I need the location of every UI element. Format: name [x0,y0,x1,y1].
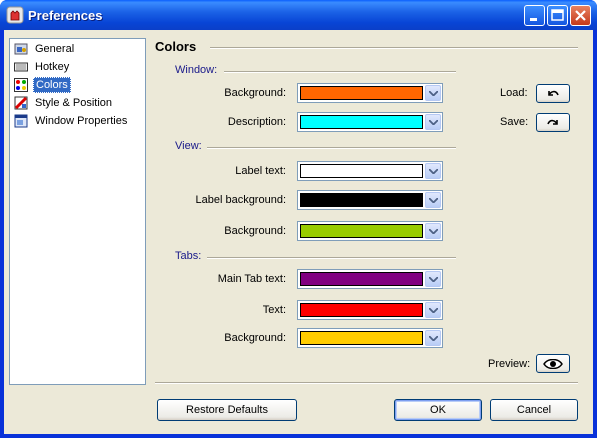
chevron-down-icon [429,277,438,282]
window-properties-icon [14,114,28,128]
tree-item-general[interactable]: General [14,41,76,57]
tree-item-hotkey[interactable]: Hotkey [14,59,71,75]
panel-title: Colors [155,39,197,54]
window-background-color-select[interactable] [297,83,443,103]
save-button[interactable] [536,113,570,132]
group-window-label: Window: [175,64,218,76]
keyboard-icon [14,62,28,72]
maximize-button[interactable] [547,5,568,26]
minimize-button[interactable] [524,5,545,26]
tree-item-colors[interactable]: Colors [14,77,71,93]
load-label: Load: [500,87,528,99]
title-bar[interactable]: Preferences [0,0,597,30]
maximize-icon [551,9,564,21]
group-divider [207,257,456,259]
view-label-text-label: Label text: [235,165,286,177]
tabs-main-tab-text-label: Main Tab text: [217,273,286,285]
chevron-down-icon [429,229,438,234]
close-button[interactable] [570,5,591,26]
chevron-down-icon [429,91,438,96]
tree-item-label: General [35,43,75,55]
minimize-icon [530,18,537,21]
color-swatch [300,331,423,345]
dropdown-button[interactable] [425,85,441,101]
colors-icon [14,78,28,92]
save-label: Save: [500,116,529,128]
tabs-main-tab-text-color-select[interactable] [297,269,443,289]
view-background-color-select[interactable] [297,221,443,241]
dropdown-button[interactable] [425,330,441,346]
chevron-down-icon [429,120,438,125]
preview-label: Preview: [488,358,531,370]
tabs-text-color-select[interactable] [297,300,443,320]
tabs-background-label: Background: [224,332,286,344]
dialog-body: General Hotkey Colors Style & Position W… [4,30,593,434]
group-divider [224,71,456,73]
chevron-down-icon [429,308,438,313]
eye-icon [543,358,563,369]
preview-button[interactable] [536,354,570,373]
footer-divider [155,382,578,384]
tabs-background-color-select[interactable] [297,328,443,348]
window-title: Preferences [28,8,103,23]
dropdown-button[interactable] [425,302,441,318]
redo-arrow-icon [547,119,558,125]
view-label-text-color-select[interactable] [297,161,443,181]
dropdown-button[interactable] [425,223,441,239]
color-swatch [300,86,423,100]
group-divider [207,147,456,149]
group-view-label: View: [175,140,202,152]
undo-arrow-icon [548,90,559,96]
group-tabs-label: Tabs: [175,250,202,262]
window-description-label: Description: [227,116,286,128]
view-label-background-color-select[interactable] [297,190,443,210]
dropdown-button[interactable] [425,271,441,287]
view-label-background-label: Label background: [195,194,286,206]
dropdown-button[interactable] [425,163,441,179]
color-swatch [300,303,423,317]
tree-item-label: Hotkey [35,61,70,73]
color-swatch [300,115,423,129]
window-background-label: Background: [224,87,286,99]
preferences-window: Preferences General Hotkey Colors Style … [0,0,597,438]
color-swatch [300,272,423,286]
style-icon [14,96,28,110]
load-button[interactable] [536,84,570,103]
view-background-label: Background: [224,225,286,237]
general-icon [14,43,28,55]
ok-button[interactable]: OK [394,399,482,421]
tabs-text-label: Text: [262,304,286,316]
color-swatch [300,224,423,238]
cancel-button[interactable]: Cancel [490,399,578,421]
close-icon [575,10,586,21]
chevron-down-icon [429,336,438,341]
app-hand-icon [6,6,24,24]
color-swatch [300,193,423,207]
tree-item-label: Colors [33,77,71,93]
restore-defaults-button[interactable]: Restore Defaults [157,399,297,421]
dropdown-button[interactable] [425,114,441,130]
chevron-down-icon [429,198,438,203]
title-divider [210,47,578,49]
window-description-color-select[interactable] [297,112,443,132]
color-swatch [300,164,423,178]
dropdown-button[interactable] [425,192,441,208]
chevron-down-icon [429,169,438,174]
